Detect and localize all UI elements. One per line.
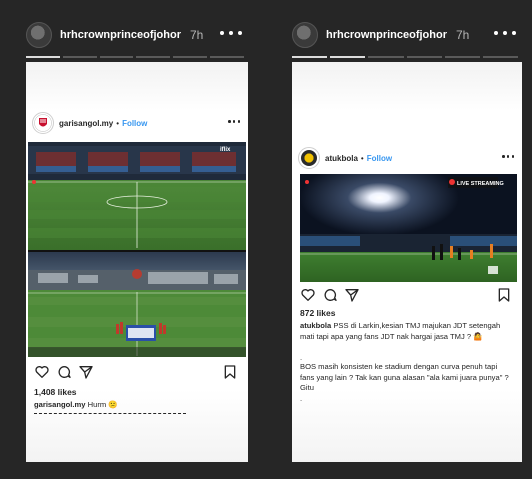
more-icon[interactable] [220, 26, 242, 40]
story-header: hrhcrownprinceofjohor 7h [26, 20, 250, 50]
caption-username[interactable]: garisangol.my [34, 400, 85, 409]
caption-text: Hurm [87, 400, 107, 409]
story-username[interactable]: hrhcrownprinceofjohor [60, 29, 181, 41]
post-card: atukbola • Follow LIVE STREAMING 872 lik… [292, 62, 522, 462]
bookmark-icon[interactable] [496, 287, 512, 303]
post-caption: atukbola PSS di Larkin,kesian TMJ majuka… [300, 321, 512, 342]
night-stadium-photo: LIVE STREAMING [300, 174, 517, 282]
more-icon[interactable] [494, 26, 516, 40]
share-icon[interactable] [344, 287, 360, 303]
live-streaming-badge: LIVE STREAMING [457, 181, 504, 187]
story-right: hrhcrownprinceofjohor 7h atukbola • Foll… [284, 0, 524, 479]
post-actions [34, 364, 238, 380]
story-avatar[interactable] [26, 22, 52, 48]
post-avatar[interactable] [32, 112, 54, 134]
share-icon[interactable] [78, 364, 94, 380]
post-card: garisangol.my • Follow iflix 1,408 likes… [26, 62, 248, 462]
follow-button[interactable]: Follow [367, 154, 392, 163]
story-time: 7h [190, 28, 204, 42]
garisangol-logo-icon [34, 114, 52, 132]
post-username[interactable]: atukbola [325, 154, 358, 163]
atukbola-logo-icon [301, 150, 317, 166]
post-caption: garisangol.my Hurm 😕 [34, 400, 240, 411]
heart-icon[interactable] [300, 287, 316, 303]
more-icon[interactable] [502, 155, 514, 159]
story-avatar[interactable] [292, 22, 318, 48]
story-username[interactable]: hrhcrownprinceofjohor [326, 29, 447, 41]
emoji-icon: 😕 [108, 400, 118, 409]
post-media[interactable]: LIVE STREAMING [300, 174, 517, 282]
comment-icon[interactable] [322, 287, 338, 303]
post-actions [300, 287, 512, 303]
post-header: garisangol.my • Follow [32, 112, 242, 134]
heart-icon[interactable] [34, 364, 50, 380]
story-progress-bar [26, 56, 244, 58]
caption-continuation: . [300, 394, 303, 403]
iflix-watermark: iflix [220, 147, 231, 153]
post-username[interactable]: garisangol.my [59, 119, 113, 128]
dot-separator: • [116, 118, 120, 128]
more-icon[interactable] [228, 120, 240, 124]
post-header: atukbola • Follow [298, 147, 516, 169]
stadium-photo: iflix [28, 142, 246, 357]
likes-count[interactable]: 872 likes [300, 308, 335, 318]
story-progress-bar [292, 56, 519, 58]
caption-divider [34, 413, 186, 414]
caption-line-2: BOS masih konsisten ke stadium dengan cu… [300, 362, 509, 392]
dot-separator: • [360, 153, 364, 163]
story-time: 7h [456, 28, 470, 42]
emoji-icon: 🤷 [473, 331, 483, 341]
post-media[interactable]: iflix [28, 142, 246, 357]
caption-text: PSS di Larkin,kesian TMJ majukan JDT set… [300, 321, 501, 341]
likes-count[interactable]: 1,408 likes [34, 387, 77, 397]
story-left: hrhcrownprinceofjohor 7h garisangol.my •… [18, 0, 250, 479]
comment-icon[interactable] [56, 364, 72, 380]
bookmark-icon[interactable] [222, 364, 238, 380]
story-header: hrhcrownprinceofjohor 7h [292, 20, 524, 50]
caption-username[interactable]: atukbola [300, 321, 331, 330]
post-avatar[interactable] [298, 147, 320, 169]
follow-button[interactable]: Follow [122, 119, 147, 128]
